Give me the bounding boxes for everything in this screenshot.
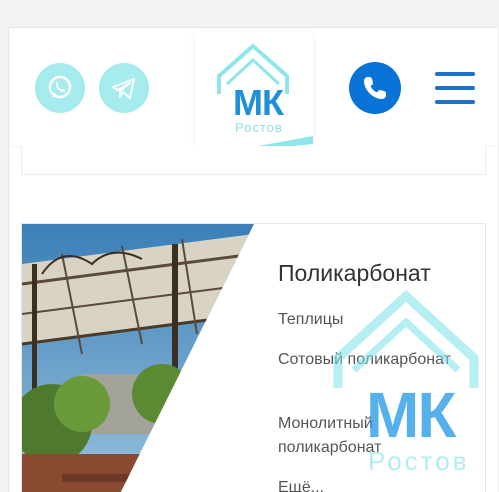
category-photo	[22, 224, 254, 492]
category-link[interactable]: Сотовый поликарбонат	[278, 348, 468, 372]
hamburger-menu-icon[interactable]	[435, 72, 475, 104]
logo-subtitle: Ростов	[235, 120, 283, 135]
menu-line	[435, 100, 475, 104]
phone-icon	[364, 77, 386, 99]
category-link[interactable]: Теплицы	[278, 308, 468, 332]
content-box	[21, 146, 486, 175]
telegram-button[interactable]	[99, 63, 149, 113]
phone-button[interactable]	[349, 62, 401, 114]
logo-text: МК	[233, 82, 284, 123]
more-link[interactable]: Ещё...	[278, 476, 468, 492]
whatsapp-button[interactable]	[35, 63, 85, 113]
menu-line	[435, 86, 475, 90]
category-link[interactable]: Монолитный поликарбонат	[278, 412, 468, 460]
page-frame: МК Ростов Поликарбонат Теплицы Сотовый п…	[8, 27, 498, 492]
whatsapp-icon	[48, 75, 72, 99]
site-header: МК Ростов	[9, 28, 498, 156]
site-logo[interactable]: МК Ростов	[195, 32, 313, 156]
menu-line	[435, 72, 475, 76]
category-title[interactable]: Поликарбонат	[278, 260, 431, 287]
category-card[interactable]: Поликарбонат Теплицы Сотовый поликарбона…	[21, 223, 486, 492]
telegram-icon	[112, 78, 135, 99]
